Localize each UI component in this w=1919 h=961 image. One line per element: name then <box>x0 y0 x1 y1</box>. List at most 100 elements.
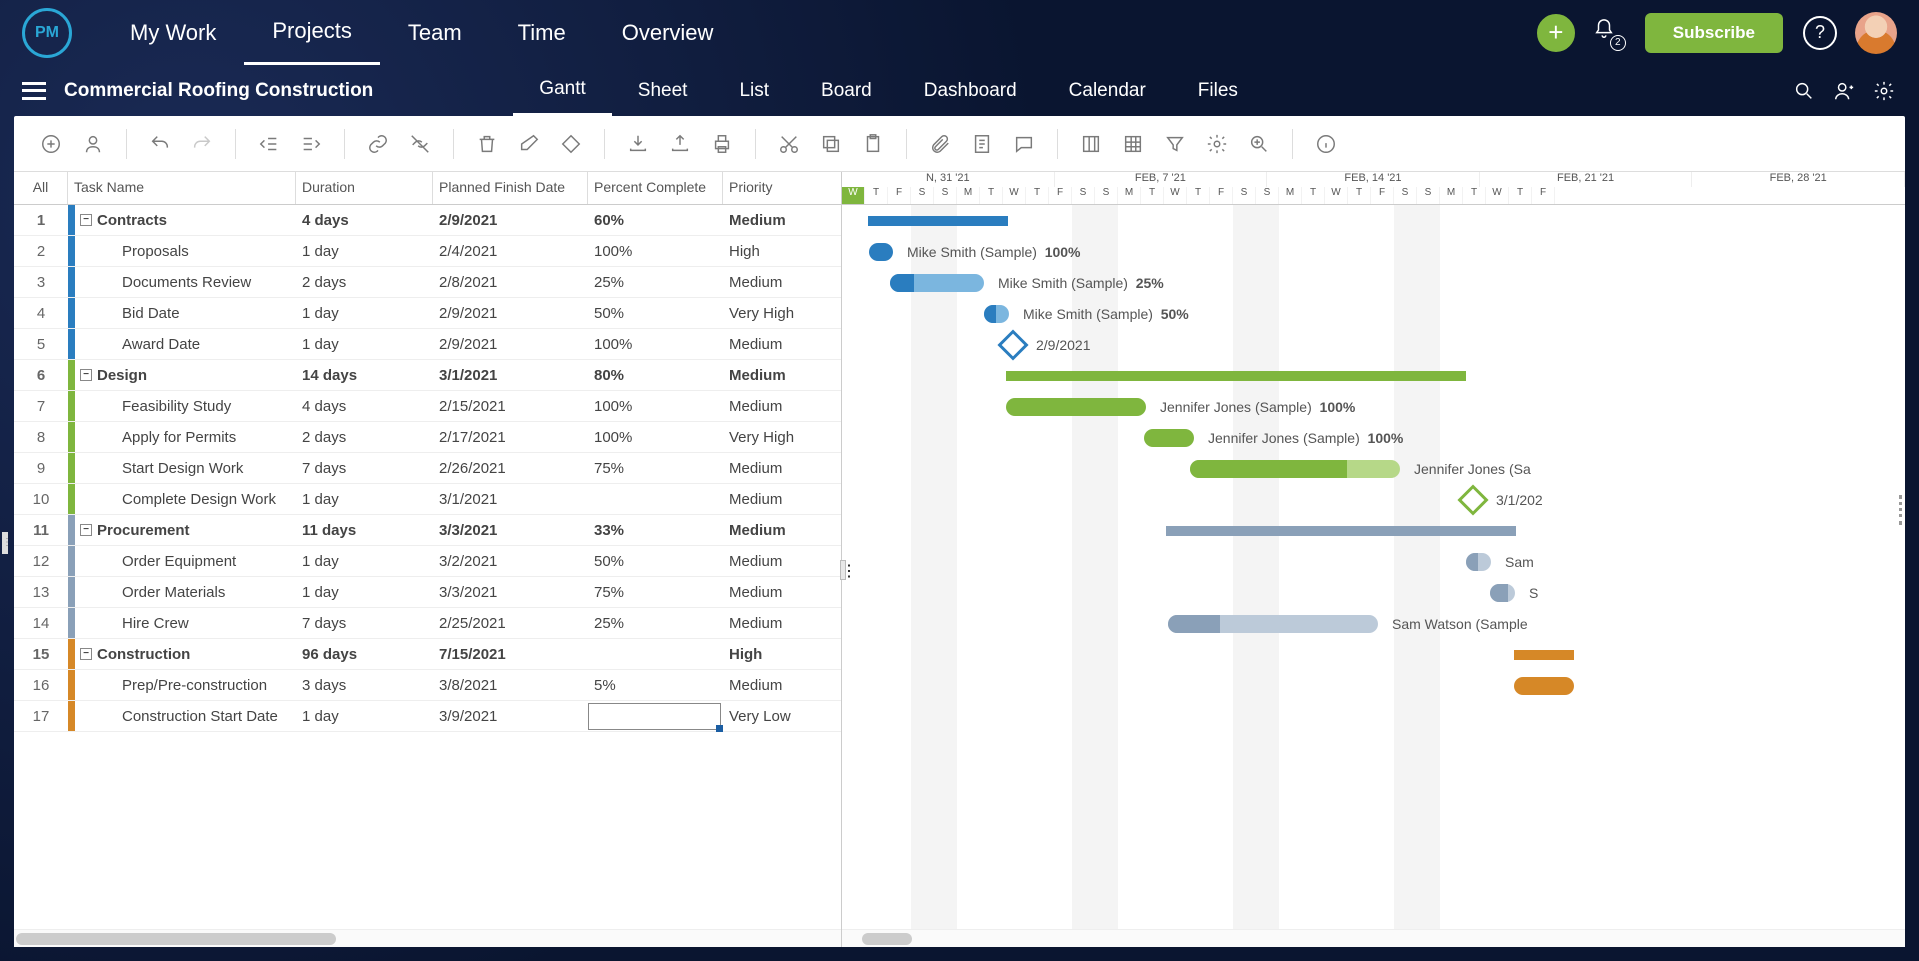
task-row[interactable]: 12Order Equipment1 day3/2/202150%Medium <box>14 546 841 577</box>
collapse-icon[interactable]: − <box>80 524 92 536</box>
task-bar[interactable] <box>984 305 1009 323</box>
cut-icon[interactable] <box>775 130 803 158</box>
task-grid[interactable]: All Task Name Duration Planned Finish Da… <box>14 172 842 947</box>
task-row[interactable]: 10Complete Design Work1 day3/1/2021Mediu… <box>14 484 841 515</box>
clear-icon[interactable] <box>557 130 585 158</box>
copy-icon[interactable] <box>817 130 845 158</box>
tab-list[interactable]: List <box>713 65 795 116</box>
tab-files[interactable]: Files <box>1172 65 1264 116</box>
avatar[interactable] <box>1855 12 1897 54</box>
zoom-icon[interactable] <box>1245 130 1273 158</box>
task-bar[interactable] <box>1466 553 1491 571</box>
logo[interactable]: PM <box>22 8 72 58</box>
task-row[interactable]: 13Order Materials1 day3/3/202175%Medium <box>14 577 841 608</box>
task-row[interactable]: 5Award Date1 day2/9/2021100%Medium <box>14 329 841 360</box>
grid-scrollbar[interactable] <box>14 929 841 947</box>
task-bar[interactable] <box>1490 584 1515 602</box>
tab-calendar[interactable]: Calendar <box>1043 65 1172 116</box>
summary-bar[interactable] <box>1514 650 1574 660</box>
info-icon[interactable] <box>1312 130 1340 158</box>
unlink-icon[interactable] <box>406 130 434 158</box>
task-row[interactable]: 4Bid Date1 day2/9/202150%Very High <box>14 298 841 329</box>
print-icon[interactable] <box>708 130 736 158</box>
search-icon[interactable] <box>1793 80 1815 102</box>
summary-bar[interactable] <box>868 216 1008 226</box>
nav-overview[interactable]: Overview <box>594 0 742 65</box>
collapse-icon[interactable]: − <box>80 369 92 381</box>
task-row[interactable]: 14Hire Crew7 days2/25/202125%Medium <box>14 608 841 639</box>
link-icon[interactable] <box>364 130 392 158</box>
filter-icon[interactable] <box>1161 130 1189 158</box>
gear-icon[interactable] <box>1203 130 1231 158</box>
tab-dashboard[interactable]: Dashboard <box>898 65 1043 116</box>
gantt-scrollbar[interactable] <box>842 929 1905 947</box>
milestone-diamond[interactable] <box>1457 484 1488 515</box>
col-all[interactable]: All <box>14 172 68 204</box>
add-button[interactable]: + <box>1537 14 1575 52</box>
tab-gantt[interactable]: Gantt <box>513 65 611 116</box>
notes-icon[interactable] <box>968 130 996 158</box>
subscribe-button[interactable]: Subscribe <box>1645 13 1783 53</box>
right-splitter[interactable] <box>1899 495 1905 525</box>
col-duration[interactable]: Duration <box>296 172 433 204</box>
splitter-handle[interactable]: ⋮ <box>840 560 846 580</box>
task-bar[interactable] <box>869 243 893 261</box>
gantt-chart[interactable]: N, 31 '21FEB, 7 '21FEB, 14 '21FEB, 21 '2… <box>842 172 1905 947</box>
task-row[interactable]: 3Documents Review2 days2/8/202125%Medium <box>14 267 841 298</box>
task-bar[interactable] <box>1006 398 1146 416</box>
task-bar[interactable] <box>1168 615 1378 633</box>
task-bar[interactable] <box>1190 460 1400 478</box>
tab-sheet[interactable]: Sheet <box>612 65 714 116</box>
menu-icon[interactable] <box>22 82 46 100</box>
task-row[interactable]: 2Proposals1 day2/4/2021100%High <box>14 236 841 267</box>
export-icon[interactable] <box>666 130 694 158</box>
task-bar[interactable] <box>1514 677 1574 695</box>
collapse-handle[interactable] <box>2 532 8 554</box>
task-bar[interactable] <box>1144 429 1194 447</box>
notifications-icon[interactable]: 2 <box>1593 18 1623 48</box>
tab-board[interactable]: Board <box>795 65 898 116</box>
nav-team[interactable]: Team <box>380 0 490 65</box>
col-percent[interactable]: Percent Complete <box>588 172 723 204</box>
assign-icon[interactable] <box>79 130 107 158</box>
col-finish-date[interactable]: Planned Finish Date <box>433 172 588 204</box>
task-row[interactable]: 8Apply for Permits2 days2/17/2021100%Ver… <box>14 422 841 453</box>
col-priority[interactable]: Priority <box>723 172 828 204</box>
nav-my-work[interactable]: My Work <box>102 0 244 65</box>
day-label: T <box>1302 187 1325 204</box>
milestone-diamond[interactable] <box>997 329 1028 360</box>
nav-time[interactable]: Time <box>490 0 594 65</box>
redo-icon[interactable] <box>188 130 216 158</box>
help-icon[interactable]: ? <box>1803 16 1837 50</box>
add-user-icon[interactable] <box>1833 80 1855 102</box>
task-row[interactable]: 7Feasibility Study4 days2/15/2021100%Med… <box>14 391 841 422</box>
comment-icon[interactable] <box>1010 130 1038 158</box>
outdent-icon[interactable] <box>255 130 283 158</box>
summary-bar[interactable] <box>1006 371 1466 381</box>
erase-icon[interactable] <box>515 130 543 158</box>
nav-projects[interactable]: Projects <box>244 0 379 65</box>
columns-icon[interactable] <box>1077 130 1105 158</box>
collapse-icon[interactable]: − <box>80 648 92 660</box>
add-task-icon[interactable] <box>37 130 65 158</box>
task-row[interactable]: 15−Construction96 days7/15/2021High <box>14 639 841 670</box>
task-row[interactable]: 16Prep/Pre-construction3 days3/8/20215%M… <box>14 670 841 701</box>
trash-icon[interactable] <box>473 130 501 158</box>
task-row[interactable]: 9Start Design Work7 days2/26/202175%Medi… <box>14 453 841 484</box>
task-row[interactable]: 6−Design14 days3/1/202180%Medium <box>14 360 841 391</box>
task-row[interactable]: 17Construction Start Date1 day3/9/2021Ve… <box>14 701 841 732</box>
col-name[interactable]: Task Name <box>68 172 296 204</box>
summary-bar[interactable] <box>1166 526 1516 536</box>
settings-icon[interactable] <box>1873 80 1895 102</box>
task-row[interactable]: 11−Procurement11 days3/3/202133%Medium <box>14 515 841 546</box>
attach-icon[interactable] <box>926 130 954 158</box>
grid-icon[interactable] <box>1119 130 1147 158</box>
task-bar[interactable] <box>890 274 984 292</box>
task-priority: High <box>723 639 828 669</box>
import-icon[interactable] <box>624 130 652 158</box>
indent-icon[interactable] <box>297 130 325 158</box>
undo-icon[interactable] <box>146 130 174 158</box>
paste-icon[interactable] <box>859 130 887 158</box>
task-row[interactable]: 1−Contracts4 days2/9/202160%Medium <box>14 205 841 236</box>
collapse-icon[interactable]: − <box>80 214 92 226</box>
